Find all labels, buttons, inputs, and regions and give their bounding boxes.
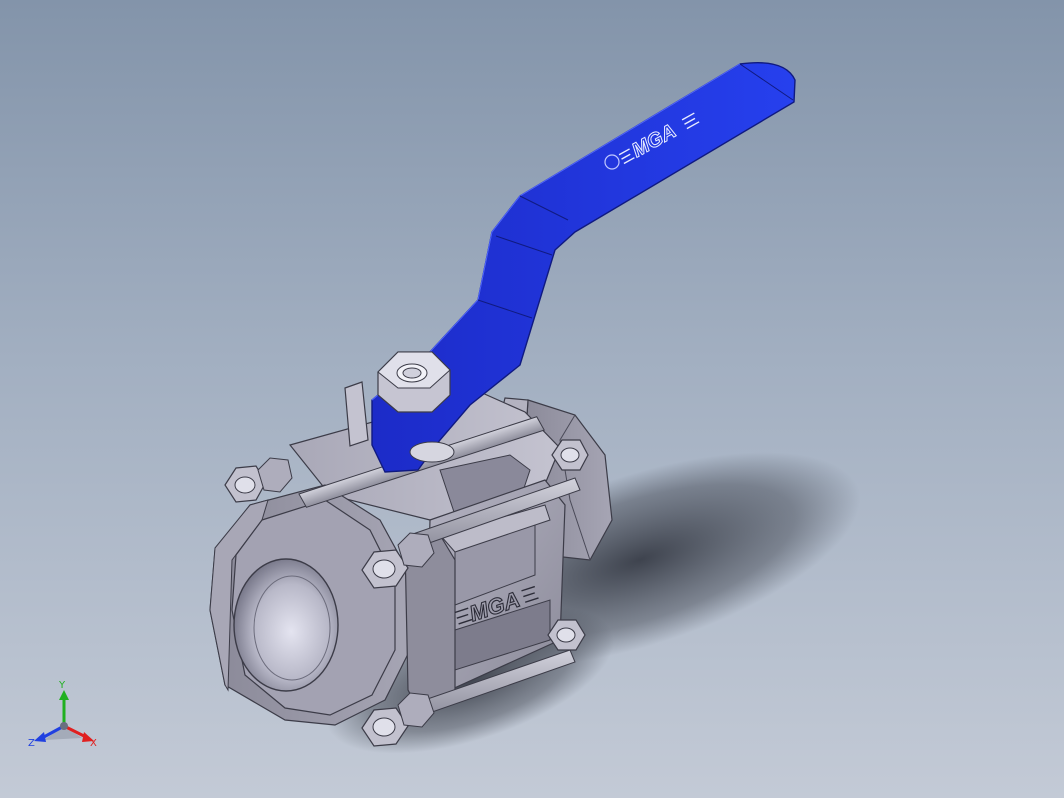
lever-handle[interactable]: MGA (371, 62, 796, 473)
graphics-viewport[interactable]: MGA MGA Y X Z (0, 0, 1064, 798)
reference-triad[interactable]: Y X Z (22, 680, 106, 758)
pipe-bore (233, 558, 339, 692)
ball-valve-model[interactable]: MGA MGA (0, 0, 1064, 798)
x-axis-label: X (90, 738, 97, 749)
z-axis-label: Z (28, 738, 35, 749)
bolt-top-left (224, 457, 293, 503)
y-axis-label: Y (59, 680, 66, 691)
left-end-cap (209, 484, 411, 726)
